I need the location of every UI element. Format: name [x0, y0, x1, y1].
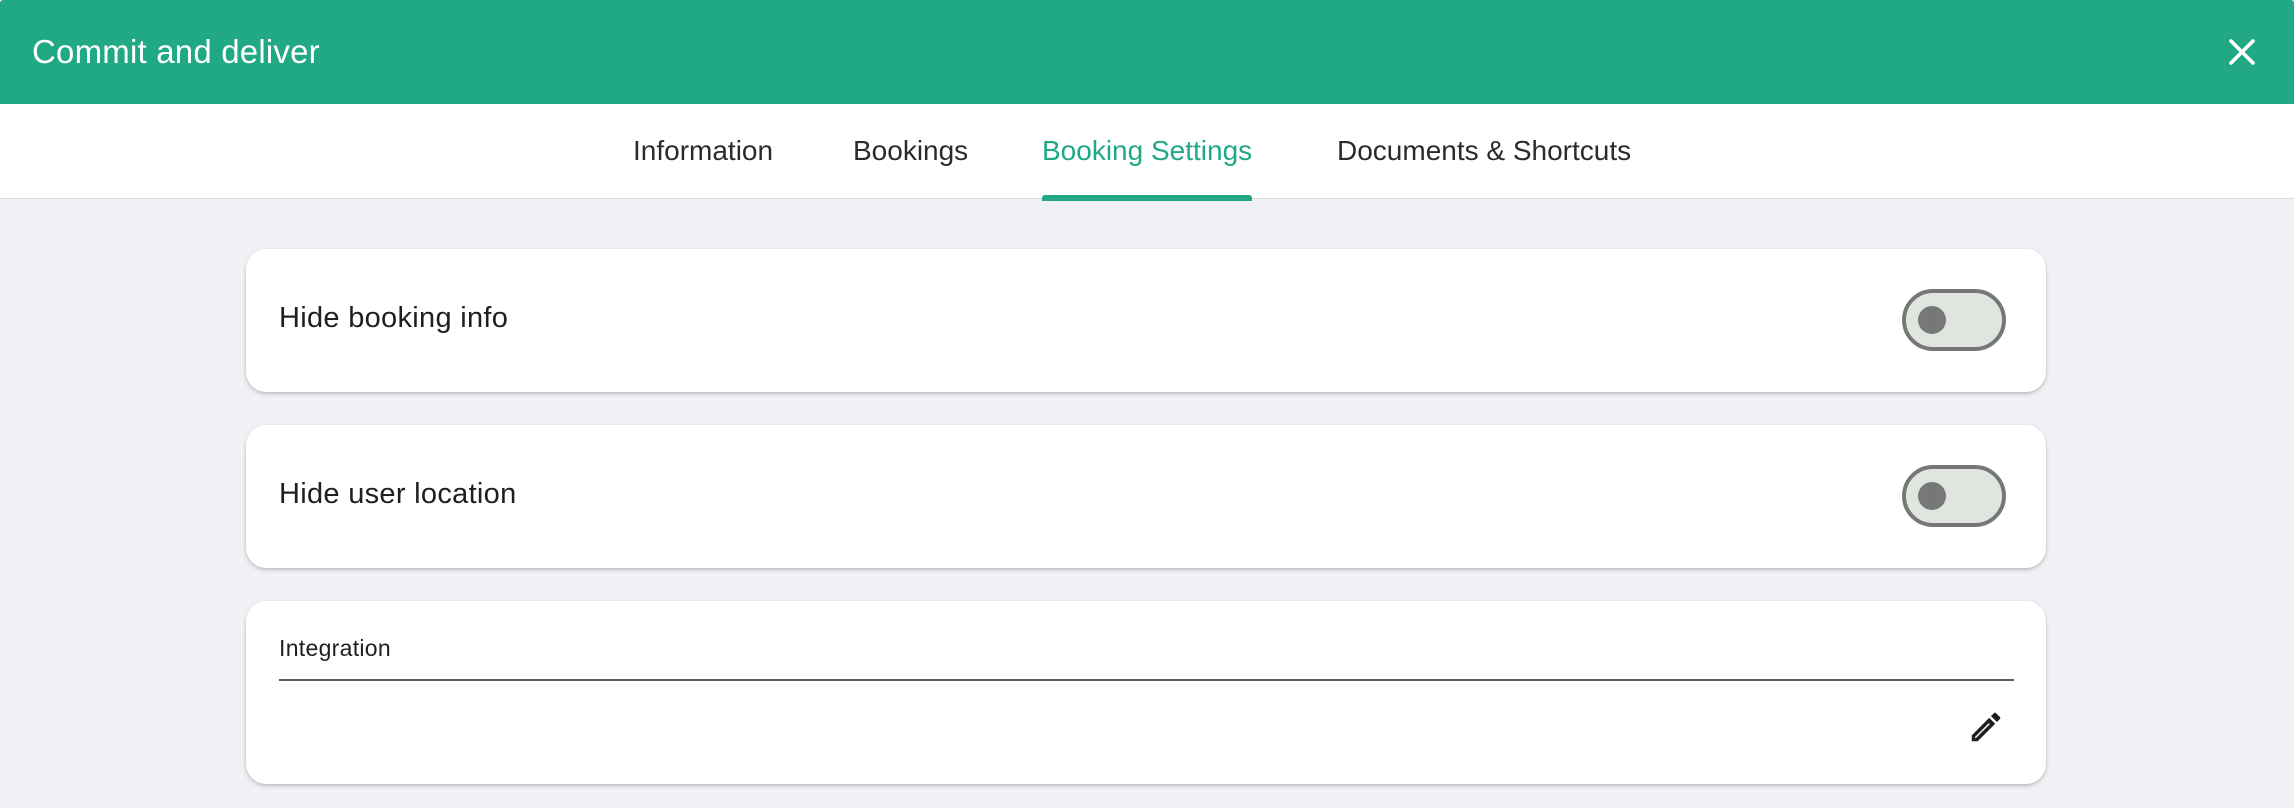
dialog-title: Commit and deliver	[32, 33, 320, 70]
hide-booking-info-label: Hide booking info	[279, 302, 509, 334]
integration-field-underline	[279, 679, 2014, 681]
tab-information[interactable]: Information	[633, 104, 773, 199]
edit-integration-button[interactable]	[1964, 705, 2008, 749]
close-icon	[2229, 39, 2255, 65]
pencil-icon	[1971, 712, 2001, 742]
tab-documents-shortcuts-label: Documents & Shortcuts	[1337, 135, 1632, 166]
tab-documents-shortcuts[interactable]: Documents & Shortcuts	[1337, 104, 1631, 199]
integration-field-label: Integration	[279, 635, 391, 661]
tab-bar: Information Bookings Booking Settings Do…	[0, 104, 2294, 201]
toggle-knob	[1918, 482, 1946, 510]
active-tab-indicator	[1042, 195, 1253, 201]
close-button[interactable]	[2220, 30, 2264, 74]
integration-card: Integration	[246, 601, 2046, 784]
toggle-knob	[1918, 306, 1946, 334]
hide-booking-info-card: Hide booking info	[246, 249, 2046, 392]
tab-bookings[interactable]: Bookings	[853, 104, 968, 199]
tab-bookings-label: Bookings	[853, 135, 969, 166]
dialog-header: Commit and deliver	[0, 0, 2294, 104]
commit-and-deliver-dialog: Commit and deliver Information Bookings …	[0, 0, 2294, 808]
hide-user-location-toggle[interactable]	[1902, 465, 2006, 527]
tab-information-label: Information	[633, 135, 774, 166]
tab-booking-settings-label: Booking Settings	[1042, 135, 1253, 166]
hide-booking-info-toggle[interactable]	[1902, 289, 2006, 351]
hide-user-location-card: Hide user location	[246, 425, 2046, 568]
hide-user-location-label: Hide user location	[279, 478, 517, 510]
tab-booking-settings[interactable]: Booking Settings	[1042, 104, 1253, 201]
